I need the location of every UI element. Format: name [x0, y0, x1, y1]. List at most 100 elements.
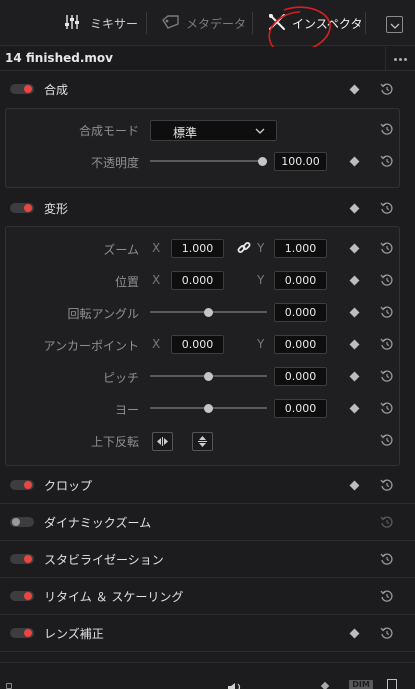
speaker-icon[interactable] — [226, 681, 244, 689]
chevron-down-icon — [390, 18, 400, 32]
tab-inspector[interactable]: インスペクタ — [268, 0, 362, 46]
yaw-slider-knob[interactable] — [204, 404, 213, 413]
panel-toggle-icon[interactable] — [6, 683, 12, 689]
opacity-field[interactable]: 100.00 — [274, 152, 327, 171]
zoom-y-axis-label: Y — [257, 241, 265, 255]
pitch-label: ピッチ — [102, 371, 139, 385]
section-composite[interactable]: 合成 — [0, 71, 415, 107]
zoom-x-axis-label: X — [152, 241, 161, 255]
lens-enable-toggle[interactable] — [10, 628, 34, 638]
section-retime-scaling[interactable]: リタイム ＆ スケーリング — [0, 578, 415, 614]
rotation-label: 回転アングル — [67, 307, 139, 321]
position-y-field[interactable]: 0.000 — [274, 271, 327, 290]
yaw-field[interactable]: 0.000 — [274, 399, 327, 418]
anchor-y-field[interactable]: 0.000 — [274, 335, 327, 354]
section-dynamic-zoom-label: ダイナミックズーム — [44, 516, 152, 530]
reset-icon[interactable] — [380, 273, 394, 287]
reset-icon[interactable] — [380, 122, 394, 136]
section-lens-correction[interactable]: レンズ補正 — [0, 615, 415, 651]
more-dot-icon — [394, 57, 397, 61]
clip-title: 14 finished.mov — [5, 51, 113, 65]
anchor-point-label: アンカーポイント — [43, 339, 139, 353]
section-retime-label: リタイム ＆ スケーリング — [44, 590, 184, 604]
composite-mode-dropdown[interactable]: 標準 — [150, 120, 277, 141]
reset-icon[interactable] — [380, 478, 394, 492]
reset-icon[interactable] — [380, 305, 394, 319]
tab-mixer[interactable]: ミキサー — [64, 0, 138, 46]
tab-metadata[interactable]: メタデータ — [162, 0, 246, 46]
reset-icon[interactable] — [380, 552, 394, 566]
keyframe-icon[interactable] — [349, 480, 360, 491]
reset-icon[interactable] — [380, 515, 394, 529]
anchor-x-field[interactable]: 0.000 — [171, 335, 224, 354]
reset-icon[interactable] — [380, 589, 394, 603]
opacity-slider-knob[interactable] — [258, 157, 267, 166]
section-transform-label: 変形 — [44, 202, 69, 216]
more-dot-icon — [404, 57, 407, 61]
position-label: 位置 — [114, 275, 139, 289]
flip-vertical-button[interactable] — [192, 432, 213, 451]
retime-enable-toggle[interactable] — [10, 591, 34, 601]
fullscreen-icon[interactable] — [387, 679, 397, 689]
keyframe-icon[interactable] — [320, 681, 330, 689]
chevron-down-icon — [255, 128, 265, 134]
keyframe-icon[interactable] — [349, 84, 360, 95]
crop-enable-toggle[interactable] — [10, 480, 34, 490]
pitch-slider-knob[interactable] — [204, 372, 213, 381]
rotation-field[interactable]: 0.000 — [274, 303, 327, 322]
composite-enable-toggle[interactable] — [10, 84, 34, 94]
section-lens-label: レンズ補正 — [44, 627, 104, 641]
flip-horizontal-button[interactable] — [152, 432, 173, 451]
tag-icon — [162, 14, 180, 32]
reset-icon[interactable] — [380, 433, 394, 447]
flip-horizontal-icon — [157, 437, 168, 446]
rotation-slider-knob[interactable] — [204, 308, 213, 317]
reset-icon[interactable] — [380, 201, 394, 215]
section-stabilization[interactable]: スタビライゼーション — [0, 541, 415, 577]
clip-header: 14 finished.mov — [0, 47, 415, 71]
composite-mode-label: 合成モード — [78, 124, 139, 138]
zoom-x-field[interactable]: 1.000 — [171, 239, 224, 258]
position-y-axis-label: Y — [257, 273, 265, 287]
section-crop[interactable]: クロップ — [0, 467, 415, 503]
reset-icon[interactable] — [380, 337, 394, 351]
dynamic-zoom-enable-toggle[interactable] — [10, 517, 34, 527]
reset-icon[interactable] — [380, 82, 394, 96]
more-options-button[interactable] — [385, 47, 415, 71]
anchor-y-axis-label: Y — [257, 337, 265, 351]
section-crop-label: クロップ — [44, 479, 93, 493]
reset-icon[interactable] — [380, 241, 394, 255]
pitch-field[interactable]: 0.000 — [274, 367, 327, 386]
dim-badge[interactable]: DIM — [349, 680, 373, 689]
reset-icon[interactable] — [380, 369, 394, 383]
stabilization-enable-toggle[interactable] — [10, 554, 34, 564]
zoom-y-field[interactable]: 1.000 — [274, 239, 327, 258]
section-composite-label: 合成 — [44, 83, 69, 97]
keyframe-icon[interactable] — [349, 628, 360, 639]
opacity-slider[interactable] — [150, 160, 267, 162]
flip-label: 上下反転 — [90, 435, 139, 449]
reset-icon[interactable] — [380, 401, 394, 415]
flip-vertical-icon — [198, 436, 207, 447]
mixer-icon — [64, 14, 84, 33]
tab-mixer-label: ミキサー — [90, 16, 139, 31]
more-dot-icon — [399, 57, 402, 61]
link-icon[interactable] — [237, 241, 251, 258]
section-dynamic-zoom[interactable]: ダイナミックズーム — [0, 504, 415, 540]
keyframe-icon[interactable] — [349, 203, 360, 214]
toolbar-divider — [252, 12, 253, 34]
reset-icon[interactable] — [380, 626, 394, 640]
position-x-axis-label: X — [152, 273, 161, 287]
tab-metadata-label: メタデータ — [186, 16, 247, 31]
section-transform[interactable]: 変形 — [0, 190, 415, 226]
transform-enable-toggle[interactable] — [10, 203, 34, 213]
composite-mode-value: 標準 — [173, 126, 198, 140]
inspector-icon — [268, 13, 286, 34]
tab-inspector-label: インスペクタ — [292, 16, 363, 31]
opacity-label: 不透明度 — [90, 156, 139, 170]
position-x-field[interactable]: 0.000 — [171, 271, 224, 290]
toolbar-divider — [365, 12, 366, 34]
reset-icon[interactable] — [380, 154, 394, 168]
expand-panel-button[interactable] — [386, 16, 403, 33]
bottom-toolbar: DIM — [0, 662, 415, 689]
